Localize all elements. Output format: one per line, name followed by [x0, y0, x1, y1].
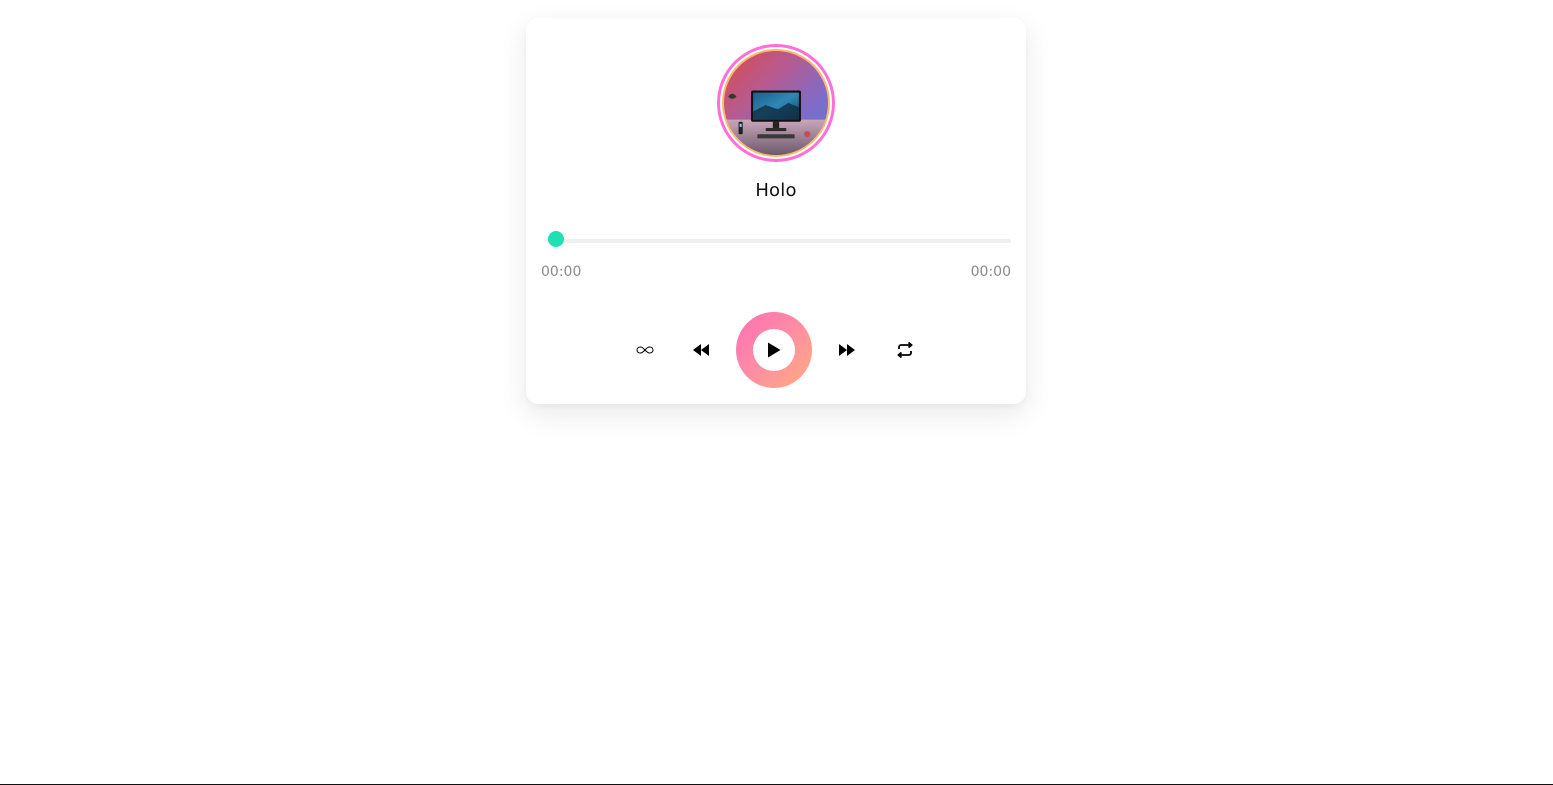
fast-forward-icon [839, 344, 855, 356]
current-time: 00:00 [541, 264, 582, 280]
play-button[interactable] [736, 312, 812, 388]
album-cover-ring [717, 44, 835, 162]
infinity-button[interactable] [633, 338, 657, 362]
progress-thumb[interactable] [548, 231, 564, 247]
infinity-icon [636, 346, 654, 354]
next-button[interactable] [835, 338, 859, 362]
previous-button[interactable] [689, 338, 713, 362]
song-title: Holo [755, 180, 797, 201]
album-cover-image [724, 51, 828, 155]
rewind-icon [693, 344, 709, 356]
repeat-icon [897, 342, 913, 358]
progress-slider[interactable] [548, 231, 1011, 247]
repeat-button[interactable] [893, 338, 917, 362]
play-icon [768, 342, 781, 358]
total-time: 00:00 [970, 264, 1011, 280]
music-player-card: Holo 00:00 00:00 [526, 18, 1026, 404]
playback-controls [526, 312, 1026, 388]
